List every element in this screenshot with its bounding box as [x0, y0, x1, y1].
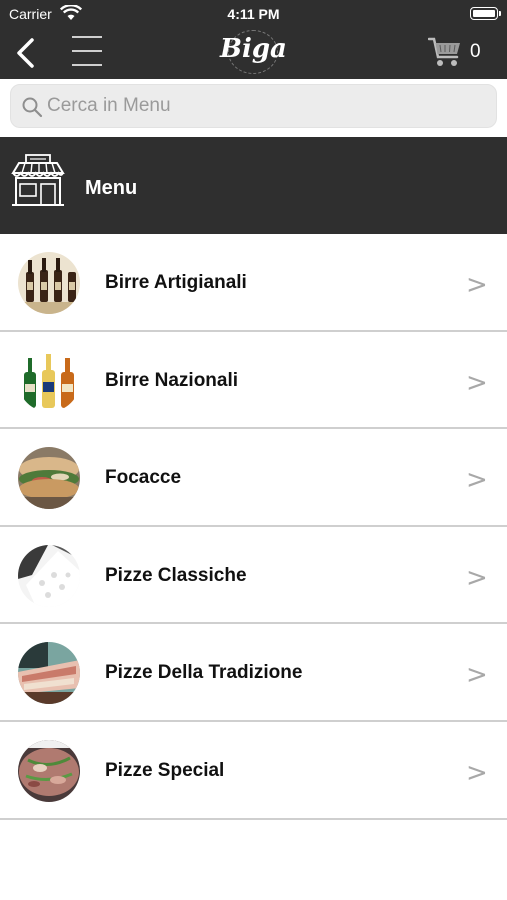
top-navigation-bar: Carrier 4:11 PM Biga 0: [0, 0, 507, 79]
search-bar-container: [0, 79, 507, 135]
chevron-right-icon: >: [466, 660, 488, 691]
page-title: Menu: [85, 177, 138, 199]
chevron-right-icon: >: [466, 562, 488, 593]
menu-header: Menu: [0, 137, 507, 234]
battery-icon: [470, 7, 501, 20]
logo-text: Biga: [220, 34, 287, 64]
search-icon: [22, 97, 43, 118]
category-list: Birre Artigianali > Birre Nazionali > Fo…: [0, 234, 507, 820]
category-row-pizze-della-tradizione[interactable]: Pizze Della Tradizione >: [0, 624, 507, 722]
pizze-special-thumbnail: [18, 739, 80, 802]
search-bar: [10, 84, 497, 128]
back-arrow-icon[interactable]: [12, 36, 38, 70]
category-label: Pizze Classiche: [105, 564, 247, 586]
pizze-classiche-thumbnail: [18, 544, 80, 607]
cart-count-badge: 0: [470, 41, 481, 62]
hamburger-menu-icon[interactable]: [72, 34, 102, 68]
category-label: Pizze Della Tradizione: [105, 662, 303, 684]
search-input[interactable]: [47, 85, 487, 127]
category-row-pizze-special[interactable]: Pizze Special >: [0, 721, 507, 820]
category-row-birre-artigianali[interactable]: Birre Artigianali >: [0, 234, 507, 332]
category-label: Birre Nazionali: [105, 369, 239, 391]
shopping-cart-icon[interactable]: [428, 36, 462, 68]
category-label: Pizze Special: [105, 759, 225, 781]
focacce-thumbnail: [18, 447, 80, 510]
chevron-right-icon: >: [466, 465, 488, 496]
birre-nazionali-thumbnail: [18, 349, 80, 412]
birre-artigianali-thumbnail: [18, 252, 80, 314]
category-row-birre-nazionali[interactable]: Birre Nazionali >: [0, 331, 507, 430]
chevron-right-icon: >: [466, 270, 488, 300]
status-bar: Carrier 4:11 PM: [0, 0, 507, 28]
storefront-icon: [11, 154, 65, 206]
category-label: Focacce: [105, 467, 182, 489]
category-label: Birre Artigianali: [105, 272, 247, 293]
chevron-right-icon: >: [466, 367, 488, 398]
pizze-della-tradizione-thumbnail: [18, 642, 80, 705]
category-row-pizze-classiche[interactable]: Pizze Classiche >: [0, 526, 507, 625]
chevron-right-icon: >: [466, 757, 488, 788]
status-time: 4:11 PM: [227, 6, 280, 22]
brand-logo: Biga: [220, 28, 287, 78]
category-row-focacce[interactable]: Focacce >: [0, 429, 507, 527]
